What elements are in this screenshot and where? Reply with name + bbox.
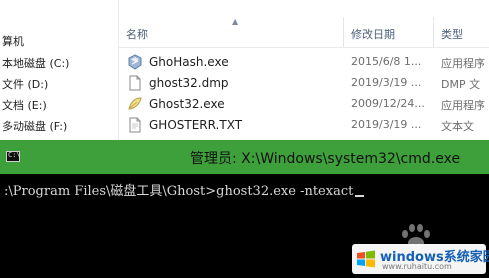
cmd-title: 管理员: X:\Windows\system32\cmd.exe [190,151,461,167]
cmd-command-line: :\Program Files\磁盘工具\Ghost>ghost32.exe -… [4,180,365,199]
file-name: GhoHash.exe [149,55,229,69]
ghost-app-icon [128,97,142,110]
file-row[interactable]: GhoHash.exe 2015/6/8 1... 应用程序 [119,52,489,73]
nav-item-drive-f[interactable]: 多动磁盘 (F:) [2,118,67,134]
nav-item-computer[interactable]: 算机 [2,33,24,49]
file-row[interactable]: GHOSTERR.TXT 2019/3/19 ... 文本文 [119,115,489,136]
file-type: DMP 文 [441,78,481,91]
file-type: 应用程序 [441,99,485,112]
file-row[interactable]: Ghost32.exe 2009/12/24... 应用程序 [119,94,489,115]
nav-item-drive-e[interactable]: 文档 (E:) [2,97,47,113]
file-type: 文本文 [441,120,474,133]
column-separator[interactable] [343,17,344,47]
nav-item-drive-c[interactable]: 本地磁盘 (C:) [2,55,69,71]
document-icon [129,75,141,91]
nav-item-drive-d[interactable]: 文件 (D:) [2,76,48,92]
text-cursor [355,195,365,197]
cmd-titlebar[interactable]: C:\ 管理员: X:\Windows\system32\cmd.exe [0,140,489,174]
column-separator[interactable] [433,17,434,47]
document-icon [129,117,141,133]
cmd-icon[interactable]: C:\ [6,151,21,162]
file-explorer: 算机 本地磁盘 (C:) 文件 (D:) 文档 (E:) 多动磁盘 (F:) ▲… [0,0,489,140]
watermark-url: www.ruhaitu.com [382,262,452,271]
file-type: 应用程序 [441,57,485,70]
file-name: GHOSTERR.TXT [149,118,243,132]
column-header: ▲ 名称 修改日期 类型 [119,17,489,47]
file-row[interactable]: ghost32.dmp 2019/3/19 ... DMP 文 [119,73,489,94]
column-name[interactable]: 名称 [126,26,148,42]
column-date[interactable]: 修改日期 [351,26,395,42]
file-date: 2019/3/19 ... [351,118,422,131]
header-divider [119,47,489,48]
column-type[interactable]: 类型 [441,26,463,42]
command-text: :\Program Files\磁盘工具\Ghost>ghost32.exe -… [4,184,354,199]
file-name: ghost32.dmp [149,76,229,90]
navigation-pane: 算机 本地磁盘 (C:) 文件 (D:) 文档 (E:) 多动磁盘 (F:) [0,0,118,140]
windows-logo-icon [357,250,375,268]
file-name: Ghost32.exe [149,97,225,111]
file-date: 2009/12/24... [351,97,425,110]
file-date: 2015/6/8 1... [351,55,422,68]
exe-icon [128,54,142,70]
sort-ascending-icon: ▲ [232,17,239,26]
file-date: 2019/3/19 ... [351,76,422,89]
watermark-logo: windows系统家园 www.ruhaitu.com [352,244,489,274]
